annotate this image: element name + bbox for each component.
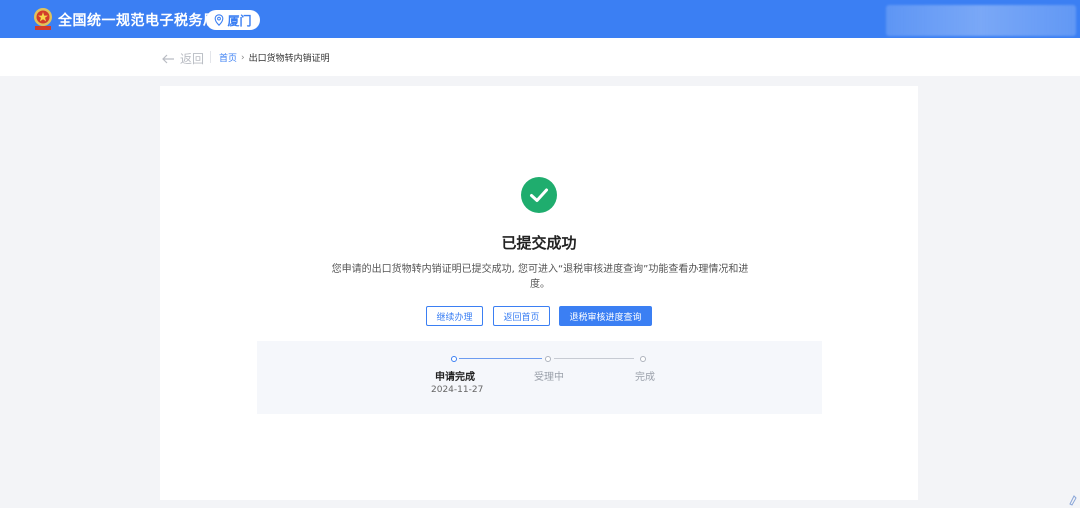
breadcrumb: 首页 › 出口货物转内销证明: [219, 51, 330, 65]
step-label-2: 受理中: [534, 372, 564, 383]
tax-emblem-icon: [34, 8, 52, 30]
step-date-1: 2024-11-27: [431, 385, 484, 395]
user-info-area[interactable]: [886, 5, 1076, 36]
location-pin-icon: [215, 14, 224, 26]
back-label: 返回: [180, 52, 205, 66]
top-header: 全国统一规范电子税务局 厦门: [0, 0, 1080, 38]
breadcrumb-divider: [210, 51, 211, 63]
back-button[interactable]: 返回: [162, 50, 204, 67]
step-dot-2: [545, 356, 551, 362]
breadcrumb-bar: 返回 首页 › 出口货物转内销证明: [0, 38, 1080, 76]
step-line-2: [554, 358, 634, 359]
region-label: 厦门: [227, 13, 252, 28]
result-description: 您申请的出口货物转内销证明已提交成功, 您可进入“退税审核进度查询”功能查看办理…: [331, 264, 749, 290]
step-label-3: 完成: [635, 372, 655, 383]
progress-steps: 申请完成 2024-11-27 受理中 完成: [257, 341, 822, 414]
region-selector[interactable]: 厦门: [206, 10, 260, 30]
arrow-left-icon: [162, 54, 174, 63]
step-label-1: 申请完成: [435, 372, 475, 383]
continue-button[interactable]: 继续办理: [426, 306, 483, 326]
refund-progress-query-button[interactable]: 退税审核进度查询: [559, 306, 652, 326]
check-circle-icon: [521, 177, 557, 213]
result-title: 已提交成功: [501, 234, 577, 252]
breadcrumb-home-link[interactable]: 首页: [219, 51, 237, 64]
step-line-1: [459, 358, 542, 359]
step-dot-1: [451, 356, 457, 362]
breadcrumb-separator: ›: [241, 52, 245, 63]
return-home-button[interactable]: 返回首页: [493, 306, 550, 326]
result-card: 已提交成功 您申请的出口货物转内销证明已提交成功, 您可进入“退税审核进度查询”…: [160, 86, 918, 500]
breadcrumb-current: 出口货物转内销证明: [248, 54, 330, 64]
corner-widget-icon[interactable]: [1068, 494, 1078, 506]
site-title: 全国统一规范电子税务局: [58, 13, 218, 29]
step-dot-3: [640, 356, 646, 362]
